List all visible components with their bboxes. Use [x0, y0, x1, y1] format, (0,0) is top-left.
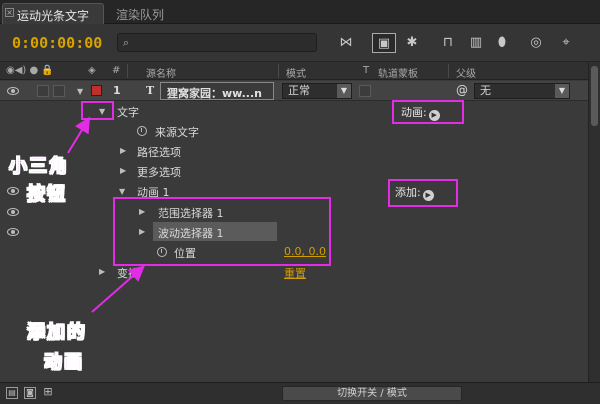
- annotation-arrows: [67, 116, 146, 313]
- transfer-controls-pane-icon[interactable]: ◙: [24, 387, 36, 399]
- vertical-scrollbar[interactable]: [588, 62, 600, 382]
- annotation-triangle-line2: 按钮: [27, 184, 67, 206]
- annotation-triangle-line1: 小三角: [9, 156, 69, 178]
- annotation-animation-line2: 动画: [44, 352, 84, 374]
- arrow-to-animation: [91, 265, 146, 313]
- layer-switches-pane-icon[interactable]: ▤: [6, 387, 18, 399]
- in-out-pane-icon[interactable]: ⊞: [42, 386, 54, 399]
- annotation-animation-line1: 添加的: [27, 322, 87, 344]
- arrow-to-triangle: [67, 116, 91, 154]
- timeline-footer: ▤ ◙ ⊞ 切换开关 / 模式: [0, 382, 600, 404]
- scrollbar-thumb[interactable]: [591, 66, 598, 126]
- toggle-switches-modes-button[interactable]: 切换开关 / 模式: [282, 386, 462, 401]
